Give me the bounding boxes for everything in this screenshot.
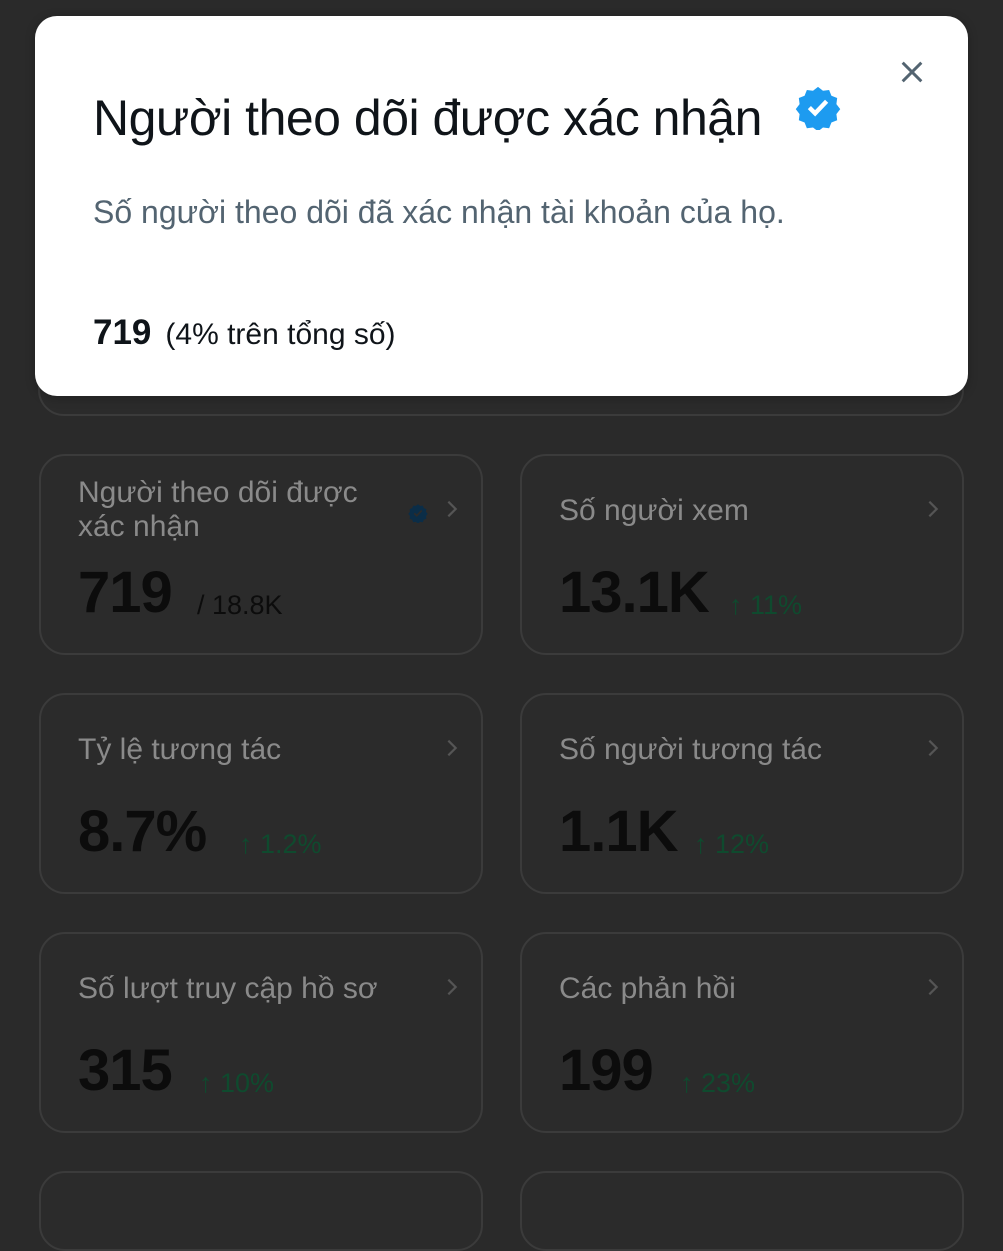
verified-badge-icon: [408, 504, 428, 523]
card-delta: ↑ 11%: [729, 590, 803, 620]
chevron-right-icon: [928, 978, 939, 996]
card-engaged-people[interactable]: Số người tương tác 1.1K ↑ 12%: [520, 693, 964, 894]
card-delta: ↑ 1.2%: [239, 829, 322, 859]
card-delta: ↑ 23%: [680, 1068, 756, 1098]
chevron-right-icon: [447, 500, 458, 518]
chevron-right-icon: [928, 500, 939, 518]
card-partial: [39, 1171, 483, 1251]
card-viewers[interactable]: Số người xem 13.1K ↑ 11%: [520, 454, 964, 655]
card-value: 719: [78, 560, 173, 625]
chevron-right-icon: [447, 739, 458, 757]
close-icon[interactable]: [896, 56, 928, 88]
card-title: Số người tương tác: [559, 733, 822, 766]
card-verified-followers[interactable]: Người theo dõi được xác nhận 719 / 18.8K: [39, 454, 483, 655]
verified-badge-icon: [795, 86, 841, 130]
card-title: Người theo dõi được xác nhận: [78, 476, 358, 543]
verified-percent: (4% trên tổng số): [165, 318, 396, 351]
chevron-right-icon: [928, 739, 939, 757]
card-value: 315: [78, 1038, 173, 1103]
card-title: Tỷ lệ tương tác: [78, 733, 282, 766]
card-replies[interactable]: Các phản hồi 199 ↑ 23%: [520, 932, 964, 1133]
card-delta: ↑ 10%: [199, 1068, 275, 1098]
card-title: Các phản hồi: [559, 972, 736, 1005]
card-delta: ↑ 12%: [694, 829, 770, 859]
verified-count: 719 (4% trên tổng số): [93, 308, 396, 365]
verified-count-value: 719: [93, 313, 152, 352]
card-profile-visits[interactable]: Số lượt truy cập hồ sơ 315 ↑ 10%: [39, 932, 483, 1133]
card-partial: [520, 1171, 964, 1251]
dialog-title: Người theo dõi được xác nhận: [93, 90, 762, 146]
card-value: 8.7%: [78, 799, 207, 864]
card-engagement-rate[interactable]: Tỷ lệ tương tác 8.7% ↑ 1.2%: [39, 693, 483, 894]
card-value: 13.1K: [559, 560, 710, 625]
card-title: Số lượt truy cập hồ sơ: [78, 972, 378, 1005]
card-value: 199: [559, 1038, 654, 1103]
card-total: / 18.8K: [197, 590, 283, 620]
chevron-right-icon: [447, 978, 458, 996]
dialog-description: Số người theo dõi đã xác nhận tài khoản …: [93, 194, 785, 230]
verified-followers-dialog: Người theo dõi được xác nhận Số người th…: [35, 16, 968, 396]
card-title: Số người xem: [559, 494, 749, 527]
card-value: 1.1K: [559, 799, 679, 864]
